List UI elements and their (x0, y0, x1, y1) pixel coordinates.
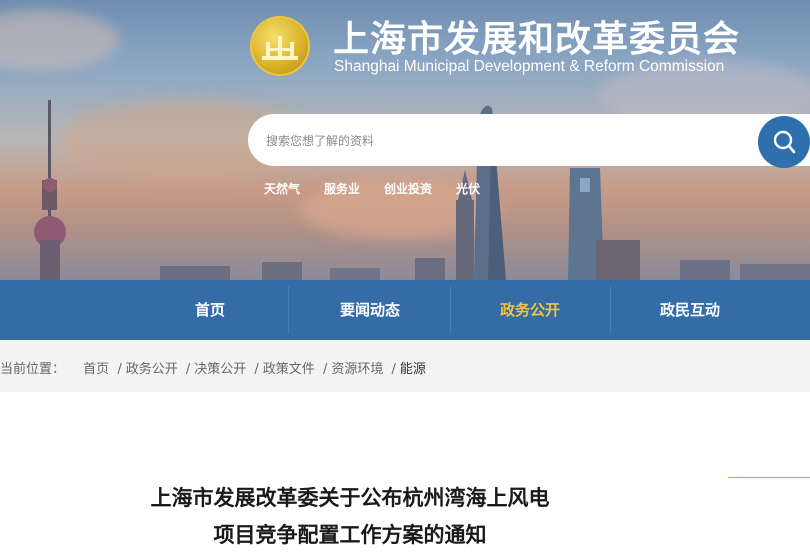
nav-divider (450, 286, 451, 334)
search-box (248, 114, 810, 168)
hot-word-services[interactable]: 服务业 (324, 180, 360, 197)
emblem-logo (250, 16, 310, 76)
search-button[interactable] (758, 116, 810, 168)
side-divider (728, 477, 810, 478)
nav-government-affairs[interactable]: 政务公开 (500, 280, 560, 340)
search-icon (773, 130, 796, 154)
breadcrumb-separator: / (185, 362, 191, 377)
nav-divider (288, 286, 289, 334)
breadcrumb: 当前位置： 首页 / 政务公开 / 决策公开 / 政策文件 / 资源环境 / 能源 (0, 340, 810, 392)
site-title: 上海市发展和改革委员会 (333, 19, 741, 60)
breadcrumb-label: 当前位置： (0, 362, 66, 377)
breadcrumb-government-affairs[interactable]: 政务公开 (126, 362, 178, 377)
site-subtitle: Shanghai Municipal Development & Reform … (334, 58, 725, 75)
search-input[interactable] (264, 114, 748, 168)
article-title-line: 上海市发展改革委关于公布杭州湾海上风电 (150, 486, 550, 510)
breadcrumb-resources-environment[interactable]: 资源环境 (331, 362, 383, 377)
article-title-line: 项目竞争配置工作方案的通知 (213, 523, 487, 547)
hot-word-venture-capital[interactable]: 创业投资 (384, 180, 432, 197)
breadcrumb-separator: / (391, 362, 396, 377)
breadcrumb-separator: / (254, 362, 259, 377)
breadcrumb-decision-disclosure[interactable]: 决策公开 (194, 362, 246, 377)
breadcrumb-separator: / (117, 362, 122, 377)
breadcrumb-policy-documents[interactable]: 政策文件 (263, 362, 315, 377)
article-title: 上海市发展改革委关于公布杭州湾海上风电 项目竞争配置工作方案的通知 (80, 480, 620, 554)
main-nav: 首页 要闻动态 政务公开 政民互动 (0, 280, 810, 340)
nav-interaction[interactable]: 政民互动 (660, 280, 720, 340)
nav-home[interactable]: 首页 (195, 280, 225, 340)
hot-word-natural-gas[interactable]: 天然气 (264, 180, 300, 197)
breadcrumb-current: 能源 (399, 362, 426, 377)
hot-word-photovoltaic[interactable]: 光伏 (456, 180, 480, 197)
nav-divider (610, 286, 611, 334)
hot-search-words: 天然气 服务业 创业投资 光伏 (264, 178, 504, 197)
breadcrumb-separator: / (322, 362, 328, 377)
breadcrumb-home[interactable]: 首页 (83, 362, 109, 377)
nav-news[interactable]: 要闻动态 (340, 280, 400, 340)
emblem-glyph-icon (262, 36, 298, 60)
